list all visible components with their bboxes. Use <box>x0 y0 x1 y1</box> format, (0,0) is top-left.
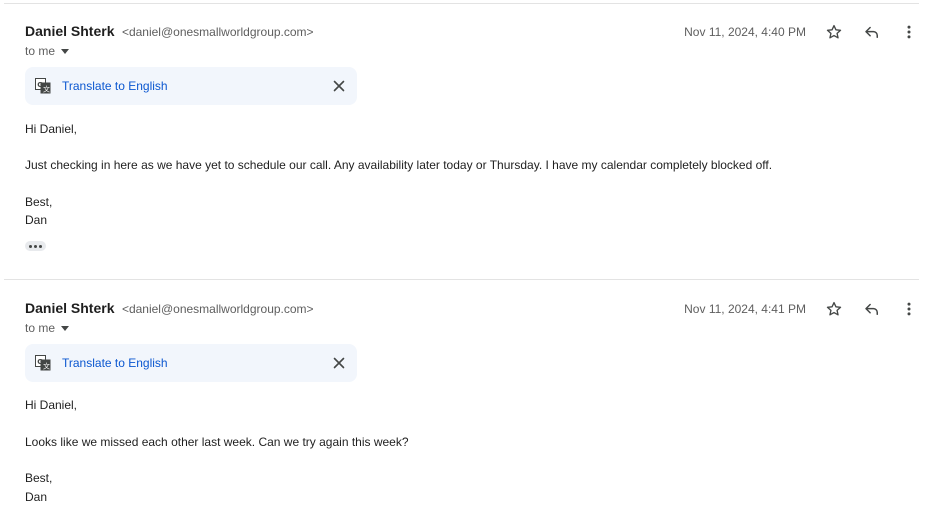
translate-close-button[interactable] <box>329 353 349 373</box>
ellipsis-icon <box>39 244 42 248</box>
svg-text:文: 文 <box>43 362 50 371</box>
translate-icon: G 文 <box>35 78 51 94</box>
message-greeting: Hi Daniel, <box>25 398 78 412</box>
svg-text:文: 文 <box>43 85 50 94</box>
email-thread: Daniel Shterk <daniel@onesmallworldgroup… <box>0 0 932 515</box>
show-trimmed-content-button[interactable] <box>25 241 46 251</box>
more-options-button[interactable] <box>895 295 923 323</box>
sender-name[interactable]: Daniel Shterk <box>25 300 114 316</box>
translate-link[interactable]: Translate to English <box>62 79 168 93</box>
reply-button[interactable] <box>858 18 886 46</box>
message-timestamp: Nov 11, 2024, 4:40 PM <box>684 25 806 39</box>
caret-down-icon <box>61 326 70 331</box>
star-button[interactable] <box>820 295 848 323</box>
reply-button[interactable] <box>858 295 886 323</box>
message-signoff: Best, <box>25 471 53 485</box>
star-icon <box>826 301 842 316</box>
more-vert-icon <box>907 25 911 39</box>
ellipsis-icon <box>29 244 32 248</box>
translate-close-button[interactable] <box>329 76 349 96</box>
message-signature: Dan <box>25 490 48 504</box>
reply-icon <box>865 303 878 315</box>
sender-line: Daniel Shterk <daniel@onesmallworldgroup… <box>25 300 314 318</box>
recipient-label: to me <box>25 321 56 335</box>
message-signoff: Best, <box>25 195 53 209</box>
sender-name[interactable]: Daniel Shterk <box>25 23 114 39</box>
message-greeting: Hi Daniel, <box>25 122 78 136</box>
message-divider <box>4 279 919 280</box>
recipient-label: to me <box>25 44 56 58</box>
message-timestamp: Nov 11, 2024, 4:41 PM <box>684 302 806 316</box>
sender-email: <daniel@onesmallworldgroup.com> <box>121 302 314 316</box>
close-icon <box>333 80 345 92</box>
message-signature: Dan <box>25 213 48 227</box>
translate-bar: G 文 Translate to English <box>25 67 357 105</box>
recipient-details-toggle[interactable]: to me <box>25 44 70 58</box>
translate-icon: G 文 <box>35 355 51 371</box>
recipient-details-toggle[interactable]: to me <box>25 321 70 335</box>
sender-email: <daniel@onesmallworldgroup.com> <box>121 25 314 39</box>
star-icon <box>826 24 842 39</box>
caret-down-icon <box>61 49 70 54</box>
message-body: Just checking in here as we have yet to … <box>25 158 773 172</box>
star-button[interactable] <box>820 18 848 46</box>
message-divider <box>4 3 919 4</box>
more-options-button[interactable] <box>895 18 923 46</box>
reply-icon <box>865 26 878 38</box>
ellipsis-icon <box>34 244 37 248</box>
translate-link[interactable]: Translate to English <box>62 356 168 370</box>
more-vert-icon <box>907 302 911 316</box>
close-icon <box>333 357 345 369</box>
sender-line: Daniel Shterk <daniel@onesmallworldgroup… <box>25 23 314 41</box>
translate-bar: G 文 Translate to English <box>25 344 357 382</box>
message-body: Looks like we missed each other last wee… <box>25 435 409 449</box>
